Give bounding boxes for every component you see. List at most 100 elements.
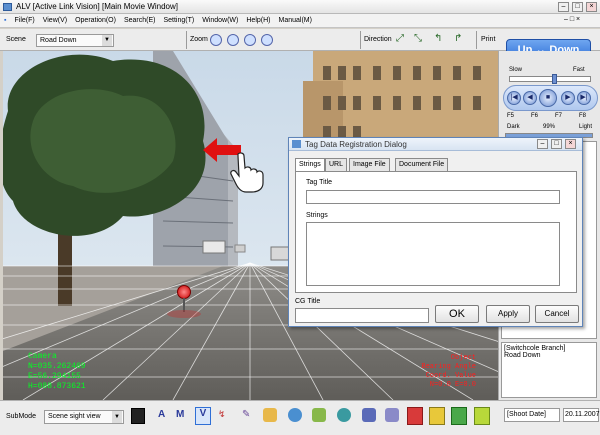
layer-tool-icon[interactable] [312,408,326,422]
mdi-window-controls[interactable]: – □ × [564,16,580,23]
minimize-button[interactable]: – [558,2,569,12]
title-bar: ALV [Active Link Vision] [Main Movie Win… [0,0,600,14]
cg-title-input[interactable] [295,308,429,323]
menu-app-icon[interactable]: ▪ [4,14,6,28]
object-coord: Coord. Value [425,372,476,380]
speed-fast-label: Fast [573,67,585,73]
zoom-label: Zoom [190,36,208,43]
tag-data-registration-dialog: Tag Data Registration Dialog – □ × Strin… [288,137,583,327]
tag-title-input[interactable] [306,190,560,204]
bottom-toolbar: SubMode Scene sight view ▼ A M V ↯ ✎ [Sh… [0,400,600,435]
note-icon[interactable] [429,407,445,425]
camera-h-value: H=088.873621 [28,382,86,391]
camera-e-value: E=56.294155 [28,372,81,381]
zoom-reset-icon[interactable] [261,34,273,46]
measure-tool-icon[interactable] [362,408,376,422]
record-icon[interactable] [407,407,423,425]
menu-window[interactable]: Window(W) [202,14,238,28]
map-icon[interactable] [451,407,467,425]
branch-value: Road Down [504,352,541,359]
object-label: Object [450,354,476,362]
dialog-maximize-button[interactable]: □ [551,139,562,149]
object-ne: N=0.0 E=0.0 [429,381,476,389]
shoot-date-value: 20.11.2007 [563,408,600,422]
stop-icon[interactable]: ■ [539,89,557,107]
mode-r-icon[interactable]: ↯ [218,409,226,420]
branch-panel: [Switchcole Branch] Road Down [501,342,597,398]
maximize-button[interactable]: □ [572,2,583,12]
hand-pointer-icon [230,152,264,193]
chevron-down-icon[interactable]: ▼ [112,411,122,423]
tab-strings[interactable]: Strings [295,158,325,172]
menu-help[interactable]: Help(H) [246,14,270,28]
zoom-out-icon[interactable] [227,34,239,46]
direction-nw-icon[interactable]: ⤡ [414,33,422,44]
strings-label: Strings [306,212,328,219]
strings-textarea[interactable] [306,222,560,286]
globe-tool-icon[interactable] [337,408,351,422]
cancel-button[interactable]: Cancel [535,305,579,323]
tag-tool-icon[interactable] [263,408,277,422]
chevron-down-icon[interactable]: ▼ [102,35,112,46]
tab-panel: Tag Title Strings [295,171,577,293]
print-button[interactable]: Print [481,36,495,43]
f5-key[interactable]: F5 [507,113,514,119]
ok-button[interactable]: OK [435,305,479,323]
tag-title-label: Tag Title [306,179,333,186]
speed-slow-label: Slow [509,67,523,73]
menu-operation[interactable]: Operation(O) [75,14,116,28]
zoom-in-icon[interactable] [210,34,222,46]
turn-left-icon[interactable]: ↰ [434,33,442,44]
mode-a-icon[interactable]: A [158,409,165,420]
dialog-minimize-button[interactable]: – [537,139,548,149]
turn-right-icon[interactable]: ↱ [454,33,462,44]
tab-image-file[interactable]: Image File [349,158,390,171]
mode-v-icon[interactable]: V [195,407,211,425]
menu-manual[interactable]: Manual(M) [279,14,312,28]
dialog-app-icon [292,140,301,148]
zoom-fit-icon[interactable] [244,34,256,46]
speed-slider[interactable] [509,74,591,84]
pin-marker-icon[interactable] [177,285,191,299]
brightness-value: 99% [543,124,556,130]
export-tool-icon[interactable] [385,408,399,422]
skip-forward-icon[interactable]: ▶| [577,91,591,105]
toolbar-separator [476,31,477,49]
dialog-close-button[interactable]: × [565,139,576,149]
film-icon[interactable] [131,408,145,424]
brightness-dark-label: Dark [507,124,520,130]
speed-slider-thumb[interactable] [552,74,557,84]
branch-label: [Switchcole Branch] [504,345,566,352]
direction-ne-icon[interactable]: ⤢ [396,33,404,44]
app-icon [3,3,12,11]
people-icon[interactable] [474,407,490,425]
play-icon[interactable]: ▶ [561,91,575,105]
scene-select[interactable]: Road Down ▼ [36,34,114,47]
search-tool-icon[interactable] [288,408,302,422]
f6-key[interactable]: F6 [531,113,538,119]
pin-shadow [167,310,201,318]
f7-key[interactable]: F7 [555,113,562,119]
tab-url[interactable]: URL [325,158,348,171]
object-bearing: Bearing Angle [421,363,476,371]
apply-button[interactable]: Apply [486,305,530,323]
submode-select[interactable]: Scene sight view ▼ [44,410,124,424]
menu-setting[interactable]: Setting(T) [163,14,194,28]
menu-file[interactable]: File(F) [14,14,34,28]
close-button[interactable]: × [586,2,597,12]
tab-document-file[interactable]: Document File [395,158,449,171]
camera-coords-overlay: Camera N=035.262469 E=56.294155 H=088.87… [28,352,86,392]
scene-select-value: Road Down [40,37,77,44]
brightness-light-label: Light [579,124,593,130]
menu-view[interactable]: View(V) [43,14,67,28]
menu-search[interactable]: Search(E) [124,14,156,28]
cg-title-label: CG Title [295,298,321,305]
window-title: ALV [Active Link Vision] [Main Movie Win… [16,2,178,11]
dialog-title: Tag Data Registration Dialog [305,140,407,149]
rewind-icon[interactable]: ◀ [523,91,537,105]
toolbar-separator [186,31,187,49]
mode-m-icon[interactable]: M [176,409,184,420]
pen-icon[interactable]: ✎ [242,409,250,420]
skip-back-icon[interactable]: |◀ [507,91,521,105]
f8-key[interactable]: F8 [579,113,586,119]
